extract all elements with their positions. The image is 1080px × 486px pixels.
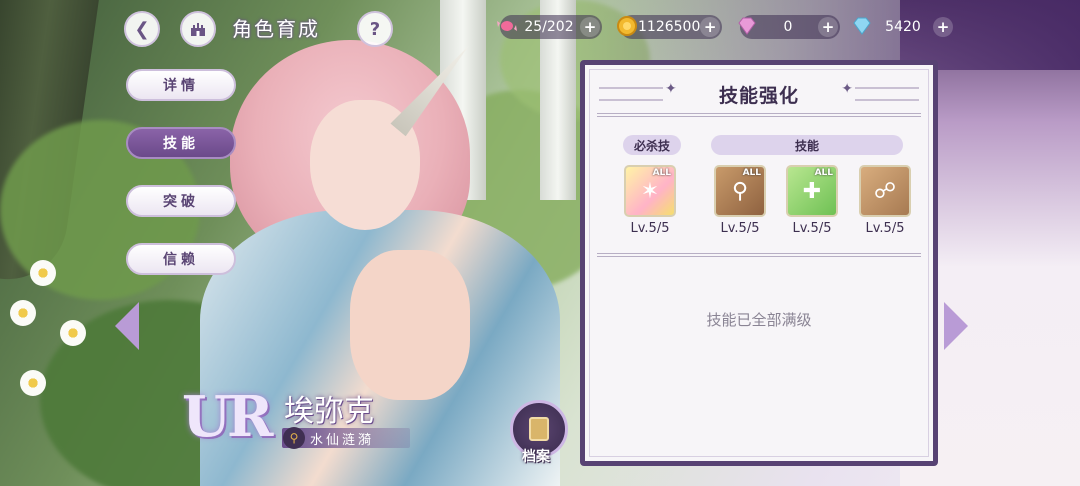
all-badge: ALL [742, 168, 761, 178]
skills-maxed-message: 技能已全部满级 [706, 311, 812, 329]
panel-frame [589, 69, 929, 457]
tab-trust[interactable]: 信赖 [126, 243, 236, 275]
skill-level: Lv.5/5 [630, 221, 670, 236]
all-badge: ALL [652, 168, 671, 178]
rarity-badge: UR [182, 384, 273, 450]
add-coin-button[interactable]: + [700, 17, 720, 37]
panel-title: 技能强化 [718, 85, 799, 107]
skill-level: Lv.5/5 [865, 221, 905, 236]
narcissus-flower [10, 300, 36, 326]
heal-clover-icon: ALL ✚ [786, 165, 838, 217]
skill-slot-2[interactable]: ALL ✚ Lv.5/5 [784, 165, 840, 236]
character-title: 水仙涟漪 [310, 433, 375, 448]
tab-breakthrough[interactable]: 突破 [126, 185, 236, 217]
key-skill-icon: ALL ⚲ [714, 165, 766, 217]
narcissus-flower [30, 260, 56, 286]
tab-details[interactable]: 详情 [126, 69, 236, 101]
skill-slot-3[interactable]: ☍ Lv.5/5 [857, 165, 913, 236]
character-name: 埃弥克 [284, 394, 374, 429]
narcissus-flower [20, 370, 46, 396]
narcissus-flower [60, 320, 86, 346]
skill-panel: ✦ ✦ 技能强化 必杀技 技能 ALL ✶ Lv.5/5 ALL ⚲ Lv.5/5 … [580, 60, 938, 466]
skill-level: Lv.5/5 [792, 221, 832, 236]
add-gem-button[interactable]: + [818, 17, 838, 37]
add-diamond-button[interactable]: + [933, 17, 953, 37]
coin-resource: 1126500 + [617, 15, 722, 39]
candy-resource: 25/202 + [497, 15, 602, 39]
gem-resource: 0 + [738, 15, 840, 39]
tab-skills[interactable]: 技能 [126, 127, 236, 159]
back-arrow-icon: ❮ [134, 18, 150, 40]
castle-home-icon [191, 23, 205, 36]
home-button[interactable] [180, 11, 216, 47]
narcissus-flowers [0, 250, 120, 480]
character-chest [350, 250, 470, 400]
divider [597, 253, 921, 257]
ultimate-sparkle-icon: ALL ✶ [624, 165, 676, 217]
blue-diamond-icon [849, 13, 875, 39]
ultimate-tag: 必杀技 [623, 135, 681, 155]
top-bar: ❮ 角色育成 ? 25/202 + 1126500 + 0 + 5420 + [0, 0, 1080, 56]
add-candy-button[interactable]: + [580, 17, 600, 37]
page-title: 角色育成 [232, 17, 320, 41]
skill-tag: 技能 [711, 135, 903, 155]
key-icon: ⚲ [283, 427, 305, 449]
back-button[interactable]: ❮ [124, 11, 160, 47]
divider [597, 113, 921, 117]
diamond-resource: 5420 + [853, 15, 955, 39]
skill-slot-1[interactable]: ALL ⚲ Lv.5/5 [712, 165, 768, 236]
chain-skill-icon: ☍ [859, 165, 911, 217]
book-icon [529, 417, 549, 441]
next-character-arrow[interactable] [944, 302, 968, 350]
candy-icon [494, 13, 520, 39]
all-badge: ALL [814, 168, 833, 178]
help-button[interactable]: ? [357, 11, 393, 47]
help-icon: ? [369, 18, 381, 40]
pink-gem-icon [734, 13, 760, 39]
coin-icon [614, 13, 640, 39]
skill-slot-ultimate[interactable]: ALL ✶ Lv.5/5 [622, 165, 678, 236]
skill-level: Lv.5/5 [720, 221, 760, 236]
archive-label: 档案 [522, 449, 550, 465]
prev-character-arrow[interactable] [115, 302, 139, 350]
